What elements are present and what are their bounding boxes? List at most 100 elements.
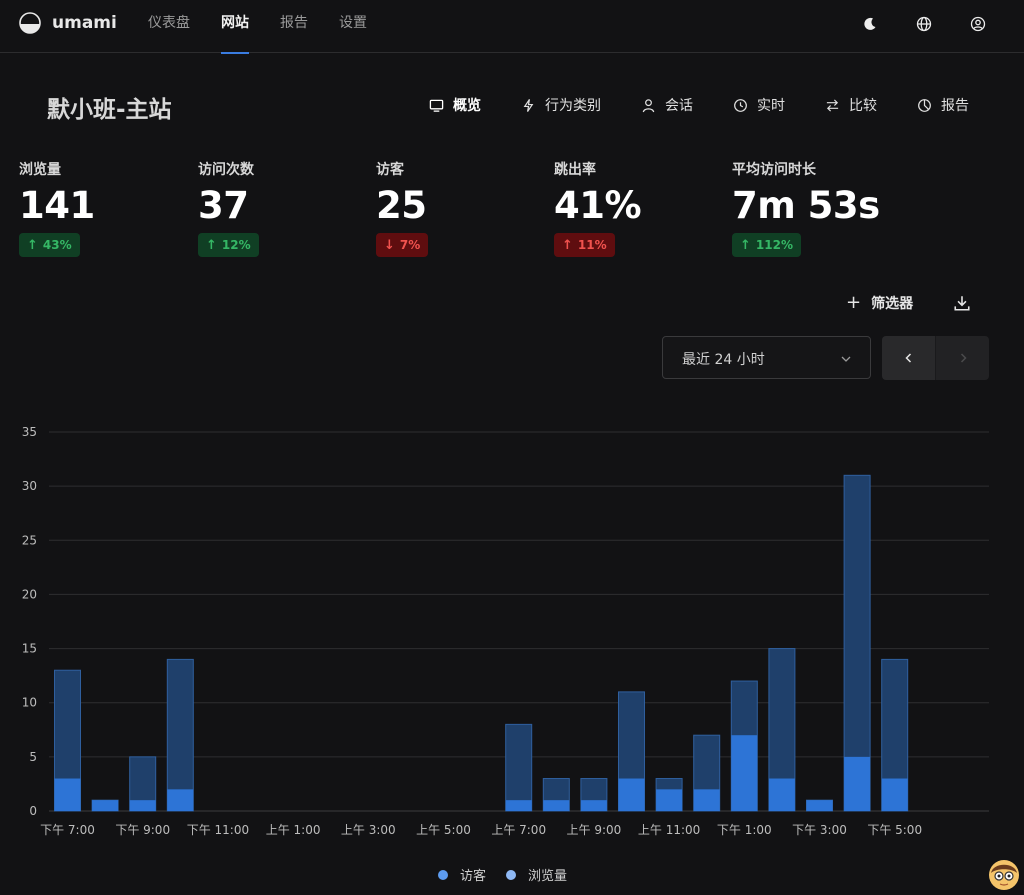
- x-tick-label: 下午 1:00: [717, 823, 772, 837]
- download-icon[interactable]: [953, 294, 971, 312]
- date-range-select[interactable]: 最近 24 小时: [662, 336, 871, 379]
- legend-item-visitors[interactable]: 访客: [438, 865, 486, 884]
- page-title: 默小班-主站: [47, 97, 172, 123]
- umami-logo-icon: [19, 12, 41, 34]
- app-logo[interactable]: umami: [19, 12, 117, 34]
- x-tick-label: 上午 11:00: [638, 823, 700, 837]
- y-tick-label: 25: [22, 533, 37, 547]
- bar-visitors: [731, 735, 758, 811]
- change-badge: ↑ 112%: [732, 233, 801, 257]
- tab-realtime[interactable]: 实时: [733, 95, 785, 115]
- bar-visitors: [580, 800, 607, 811]
- change-value: 12%: [221, 238, 251, 252]
- x-tick-label: 下午 5:00: [867, 823, 922, 837]
- tab-realtime-label: 实时: [757, 98, 785, 114]
- filter-label: 筛选器: [871, 295, 914, 312]
- metric-pageviews: 浏览量 141 ↑ 43%: [19, 159, 95, 257]
- arrow-up-icon: ↑: [27, 237, 38, 253]
- tab-compare[interactable]: 比较: [825, 95, 877, 115]
- bar-visitors: [54, 778, 81, 811]
- legend-dot: [506, 869, 517, 880]
- prev-period-button[interactable]: [882, 336, 935, 380]
- x-tick-label: 上午 3:00: [341, 823, 396, 837]
- y-tick-label: 35: [22, 425, 37, 439]
- y-tick-label: 30: [22, 479, 37, 493]
- bar-visitors: [768, 778, 795, 811]
- user-icon[interactable]: [969, 15, 987, 33]
- nav-websites[interactable]: 网站: [221, 13, 249, 54]
- globe-icon[interactable]: [915, 15, 933, 33]
- legend-label: 浏览量: [528, 869, 568, 884]
- y-tick-label: 15: [22, 642, 37, 656]
- x-tick-label: 下午 9:00: [115, 823, 170, 837]
- change-value: 7%: [399, 238, 421, 252]
- metric-visits: 访问次数 37 ↑ 12%: [198, 159, 259, 257]
- x-tick-label: 上午 9:00: [567, 823, 622, 837]
- nav-settings[interactable]: 设置: [339, 13, 367, 33]
- x-tick-label: 下午 3:00: [792, 823, 847, 837]
- metric-value: 25: [376, 184, 427, 227]
- tab-events[interactable]: 行为类别: [521, 95, 601, 115]
- nav-reports[interactable]: 报告: [280, 13, 308, 33]
- bar-visitors: [881, 778, 908, 811]
- chevron-down-icon: [841, 356, 851, 362]
- tab-compare-label: 比较: [849, 98, 877, 114]
- monitor-icon: [429, 99, 444, 112]
- metric-label: 跳出率: [554, 162, 596, 178]
- moon-icon[interactable]: [861, 15, 879, 33]
- change-value: 112%: [755, 238, 793, 252]
- change-badge: ↓ 7%: [376, 233, 429, 257]
- date-nav: [882, 336, 989, 380]
- legend-item-pageviews[interactable]: 浏览量: [506, 865, 567, 884]
- y-tick-label: 10: [22, 696, 37, 710]
- x-tick-label: 上午 7:00: [491, 823, 546, 837]
- swap-icon: [826, 98, 839, 112]
- main-nav: 仪表盘 网站 报告 设置: [148, 13, 398, 54]
- arrow-up-icon: ↑: [740, 237, 751, 253]
- website-tabs: 概览 行为类别 会话 实时 比较 报告: [389, 95, 969, 115]
- metric-value: 7m 53s: [732, 184, 880, 227]
- arrow-up-icon: ↑: [206, 237, 217, 253]
- metric-value: 41%: [554, 184, 642, 227]
- metric-label: 访客: [376, 162, 404, 178]
- metric-label: 浏览量: [19, 162, 61, 178]
- tab-reports-label: 报告: [941, 98, 969, 114]
- metric-value: 37: [198, 184, 249, 227]
- bar-visitors: [618, 778, 645, 811]
- change-value: 11%: [577, 238, 607, 252]
- tab-overview[interactable]: 概览: [429, 95, 481, 115]
- change-badge: ↑ 11%: [554, 233, 615, 257]
- metric-label: 平均访问时长: [732, 162, 816, 178]
- filter-button[interactable]: + 筛选器: [846, 292, 913, 313]
- x-tick-label: 下午 7:00: [40, 823, 95, 837]
- tab-sessions-label: 会话: [665, 98, 693, 114]
- user-icon: [642, 98, 655, 112]
- avatar[interactable]: [988, 859, 1020, 891]
- nav-dashboard[interactable]: 仪表盘: [148, 13, 190, 33]
- chevron-left-icon: [904, 353, 911, 363]
- clock-icon: [734, 98, 747, 112]
- tab-overview-label: 概览: [453, 98, 481, 114]
- change-badge: ↑ 43%: [19, 233, 80, 257]
- arrow-down-icon: ↓: [384, 237, 395, 253]
- arrow-up-icon: ↑: [562, 237, 573, 253]
- bar-visitors: [129, 800, 156, 811]
- top-icons: [825, 15, 987, 33]
- bar-visitors: [92, 800, 119, 811]
- y-tick-label: 20: [22, 587, 37, 601]
- metric-bounce-rate: 跳出率 41% ↑ 11%: [554, 159, 642, 257]
- bar-visitors: [693, 789, 720, 811]
- metric-visit-duration: 平均访问时长 7m 53s ↑ 112%: [732, 159, 880, 257]
- next-period-button[interactable]: [935, 336, 989, 380]
- bar-visitors: [167, 789, 194, 811]
- tab-sessions[interactable]: 会话: [641, 95, 693, 115]
- change-value: 43%: [42, 238, 72, 252]
- chart-legend: 访客 浏览量: [438, 865, 587, 884]
- tab-events-label: 行为类别: [545, 98, 601, 114]
- tab-reports[interactable]: 报告: [917, 95, 969, 115]
- pie-icon: [918, 98, 931, 112]
- legend-dot: [438, 869, 448, 880]
- bar-visitors: [844, 756, 871, 811]
- x-tick-label: 下午 11:00: [187, 823, 249, 837]
- change-badge: ↑ 12%: [198, 233, 259, 257]
